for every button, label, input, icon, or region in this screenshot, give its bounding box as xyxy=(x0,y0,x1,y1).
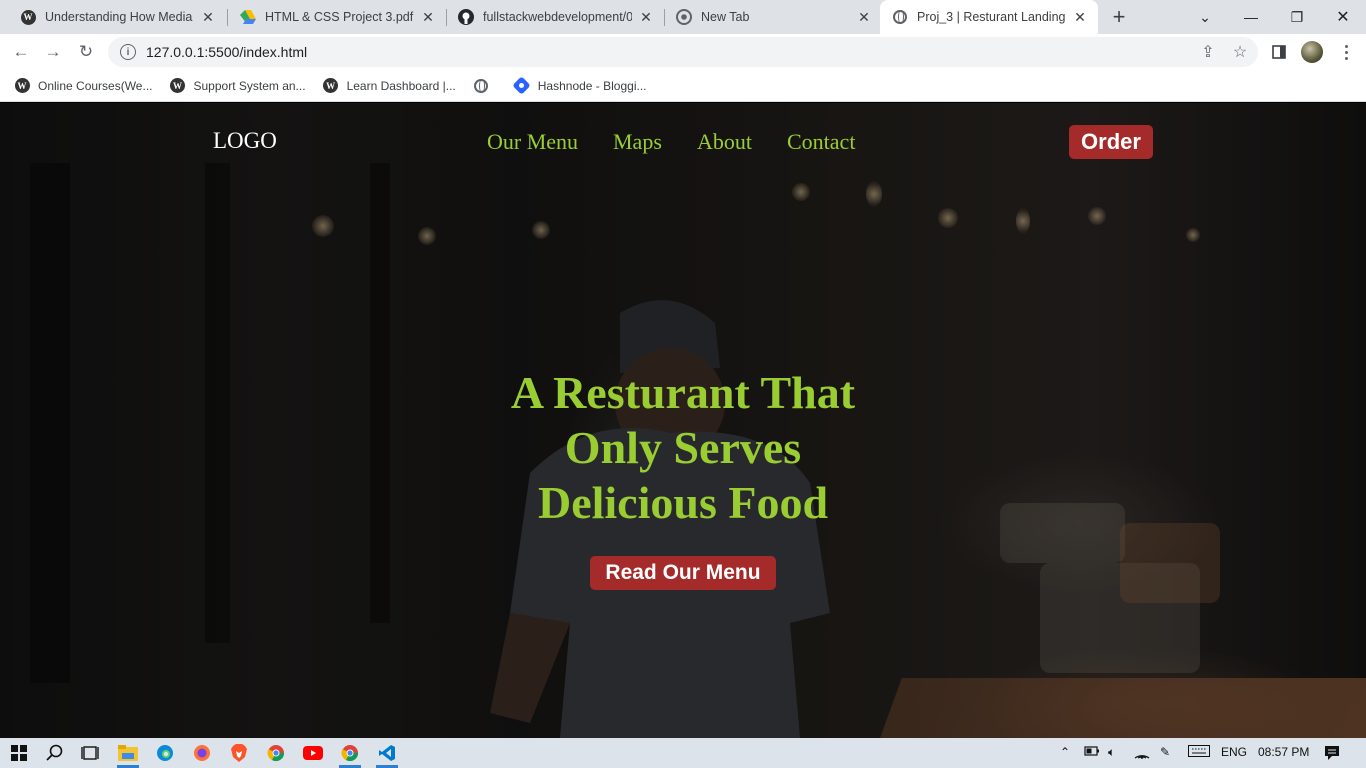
chrome-menu-icon[interactable] xyxy=(1336,42,1356,62)
globe-icon xyxy=(473,78,489,94)
address-bar[interactable]: i 127.0.0.1:5500/index.html xyxy=(108,37,1258,67)
close-icon[interactable]: ✕ xyxy=(1072,9,1088,25)
pen-icon[interactable]: ✎ xyxy=(1160,745,1170,759)
read-our-menu-button[interactable]: Read Our Menu xyxy=(590,556,776,590)
tab-title: Proj_3 | Resturant Landing Pa xyxy=(917,10,1066,24)
bookmark-label: Learn Dashboard |... xyxy=(346,78,456,93)
bookmark-online-courses[interactable]: W Online Courses(We... xyxy=(14,78,153,94)
start-icon[interactable] xyxy=(8,742,30,764)
bookmarks-bar: W Online Courses(We... W Support System … xyxy=(0,70,1366,102)
forward-arrow-icon[interactable]: → xyxy=(40,39,66,65)
tab-github[interactable]: fullstackwebdevelopment/08 ✕ xyxy=(446,0,664,34)
bookmark-star-icon[interactable]: ☆ xyxy=(1227,39,1253,65)
tab-html-css-pdf[interactable]: HTML & CSS Project 3.pdf - G ✕ xyxy=(228,0,446,34)
vscode-icon[interactable] xyxy=(376,742,398,764)
share-icon[interactable]: ⇪ xyxy=(1195,39,1221,65)
side-panel-icon[interactable] xyxy=(1266,39,1292,65)
bookmark-label: Online Courses(We... xyxy=(38,78,153,93)
tab-resturant-landing-page[interactable]: Proj_3 | Resturant Landing Pa ✕ xyxy=(880,0,1098,34)
tab-new-tab[interactable]: New Tab ✕ xyxy=(664,0,882,34)
file-explorer-icon[interactable] xyxy=(117,742,139,764)
chrome-icon xyxy=(676,9,692,25)
tab-title: Understanding How Media Q xyxy=(45,10,194,24)
wordpress-icon: W xyxy=(14,78,30,94)
wordpress-icon: W xyxy=(170,78,186,94)
tab-understanding-media[interactable]: W Understanding How Media Q ✕ xyxy=(8,0,226,34)
close-window-button[interactable]: ✕ xyxy=(1320,0,1366,34)
nav-link-maps[interactable]: Maps xyxy=(613,129,662,155)
order-button[interactable]: Order xyxy=(1069,125,1153,159)
back-arrow-icon[interactable]: ← xyxy=(8,39,34,65)
hero-section: A Resturant That Only Serves Delicious F… xyxy=(0,365,1366,530)
search-icon[interactable] xyxy=(44,742,66,764)
task-view-icon[interactable] xyxy=(79,742,101,764)
minimize-button[interactable]: — xyxy=(1228,0,1274,34)
site-logo[interactable]: LOGO xyxy=(213,128,277,154)
bookmark-learn-dashboard[interactable]: W Learn Dashboard |... xyxy=(323,78,456,94)
profile-avatar[interactable] xyxy=(1301,41,1323,63)
browser-toolbar: ← → ↻ i 127.0.0.1:5500/index.html ⇪ ☆ xyxy=(0,34,1366,70)
chrome-active-icon[interactable] xyxy=(339,742,361,764)
language-indicator[interactable]: ENG xyxy=(1221,745,1247,759)
bookmark-label: Hashnode - Bloggi... xyxy=(537,78,647,93)
close-icon[interactable]: ✕ xyxy=(638,9,654,25)
close-icon[interactable]: ✕ xyxy=(856,9,872,25)
wordpress-icon: W xyxy=(20,9,36,25)
bookmark-support-system[interactable]: W Support System an... xyxy=(170,78,306,94)
nav-link-about[interactable]: About xyxy=(697,129,752,155)
windows-taskbar: ⌃ 🔈︎ ✎ ENG 08:57 PM xyxy=(0,738,1366,768)
tab-title: New Tab xyxy=(701,10,750,24)
hero-heading-line: Delicious Food xyxy=(537,477,829,528)
hero-heading-line: A Resturant That xyxy=(510,367,856,418)
edge-icon[interactable] xyxy=(154,742,176,764)
github-icon xyxy=(458,9,474,25)
restore-button[interactable]: ❐ xyxy=(1274,0,1320,34)
new-tab-button[interactable]: + xyxy=(1108,4,1130,29)
tab-search-chevron-icon[interactable]: ⌄ xyxy=(1182,0,1228,34)
notifications-icon[interactable] xyxy=(1324,745,1340,764)
tab-title: fullstackwebdevelopment/08 xyxy=(483,10,632,24)
chrome-icon[interactable] xyxy=(265,742,287,764)
tab-strip: W Understanding How Media Q ✕ HTML & CSS… xyxy=(0,0,1366,34)
site-info-icon[interactable]: i xyxy=(120,44,136,60)
brave-icon[interactable] xyxy=(228,742,250,764)
bookmark-globe[interactable] xyxy=(473,78,497,94)
globe-icon xyxy=(892,9,908,25)
bookmark-label: Support System an... xyxy=(193,78,306,93)
youtube-icon[interactable] xyxy=(302,742,324,764)
google-drive-icon xyxy=(240,9,256,25)
show-hidden-icons-chevron-icon[interactable]: ⌃ xyxy=(1060,745,1070,759)
tab-title: HTML & CSS Project 3.pdf - G xyxy=(265,10,414,24)
close-icon[interactable]: ✕ xyxy=(200,9,216,25)
battery-icon[interactable] xyxy=(1084,745,1100,760)
firefox-icon[interactable] xyxy=(191,742,213,764)
hashnode-icon xyxy=(512,76,531,95)
reload-icon[interactable]: ↻ xyxy=(73,39,99,65)
keyboard-icon[interactable] xyxy=(1188,745,1210,760)
nav-link-contact[interactable]: Contact xyxy=(787,129,855,155)
wifi-icon[interactable] xyxy=(1134,745,1150,762)
wordpress-icon: W xyxy=(323,78,339,94)
page-viewport: LOGO Our Menu Maps About Contact Order A… xyxy=(0,103,1366,738)
bookmark-hashnode[interactable]: Hashnode - Bloggi... xyxy=(512,76,647,95)
volume-icon[interactable]: 🔈︎ xyxy=(1108,745,1115,760)
clock[interactable]: 08:57 PM xyxy=(1258,745,1309,759)
nav-link-our-menu[interactable]: Our Menu xyxy=(487,129,578,155)
address-url[interactable]: 127.0.0.1:5500/index.html xyxy=(146,44,307,60)
close-icon[interactable]: ✕ xyxy=(420,9,436,25)
site-navbar: LOGO Our Menu Maps About Contact Order xyxy=(0,103,1366,183)
hero-heading: A Resturant That Only Serves Delicious F… xyxy=(0,365,1366,530)
hero-heading-line: Only Serves xyxy=(564,422,802,473)
